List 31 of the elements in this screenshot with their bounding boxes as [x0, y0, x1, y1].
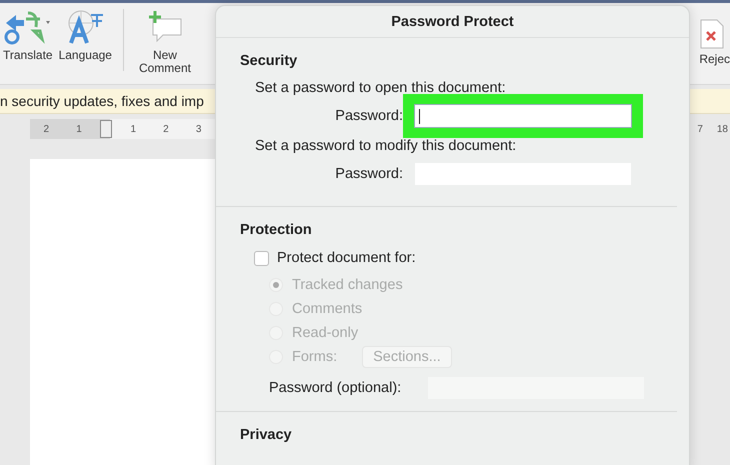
- ruler-number: 3: [194, 124, 202, 134]
- ruler-number: 2: [42, 124, 50, 134]
- ruler-number: 7: [697, 124, 703, 134]
- translate-icon: [4, 9, 52, 45]
- dialog-title: Password Protect: [391, 14, 514, 30]
- translate-button[interactable]: Translate: [0, 9, 56, 62]
- ruler-number: 2: [162, 124, 170, 134]
- radio-label: Tracked changes: [292, 277, 403, 293]
- radio-label: Comments: [292, 301, 362, 317]
- password-field[interactable]: [415, 105, 631, 127]
- checkbox[interactable]: [254, 250, 269, 266]
- section-heading: Protection: [240, 222, 313, 238]
- password-label: Password:: [334, 166, 404, 182]
- instruction-text: Set a password to open this document:: [255, 79, 507, 98]
- section-heading: Privacy: [240, 427, 293, 443]
- indent-marker-icon[interactable]: [100, 120, 112, 138]
- ruler-number: 1: [75, 124, 83, 134]
- instruction-text: Set a password to modify this document:: [255, 137, 518, 156]
- password-label: Password:: [334, 108, 404, 124]
- ruler-number: 18: [716, 124, 728, 134]
- ruler-number: 1: [130, 124, 138, 134]
- reject-button[interactable]: Rejec: [699, 9, 730, 66]
- language-button[interactable]: Language: [56, 9, 115, 62]
- radio-label: Forms:: [292, 349, 338, 365]
- checkbox-label: Protect document for:: [277, 250, 416, 266]
- section-heading: Security: [240, 53, 298, 69]
- reject-icon: [699, 19, 726, 49]
- comment-button[interactable]: New Comment: [132, 9, 198, 75]
- radio-label: Read-only: [292, 325, 358, 341]
- message-text: n security updates, fixes and imp: [0, 93, 204, 109]
- password-label: Password (optional):: [269, 380, 402, 396]
